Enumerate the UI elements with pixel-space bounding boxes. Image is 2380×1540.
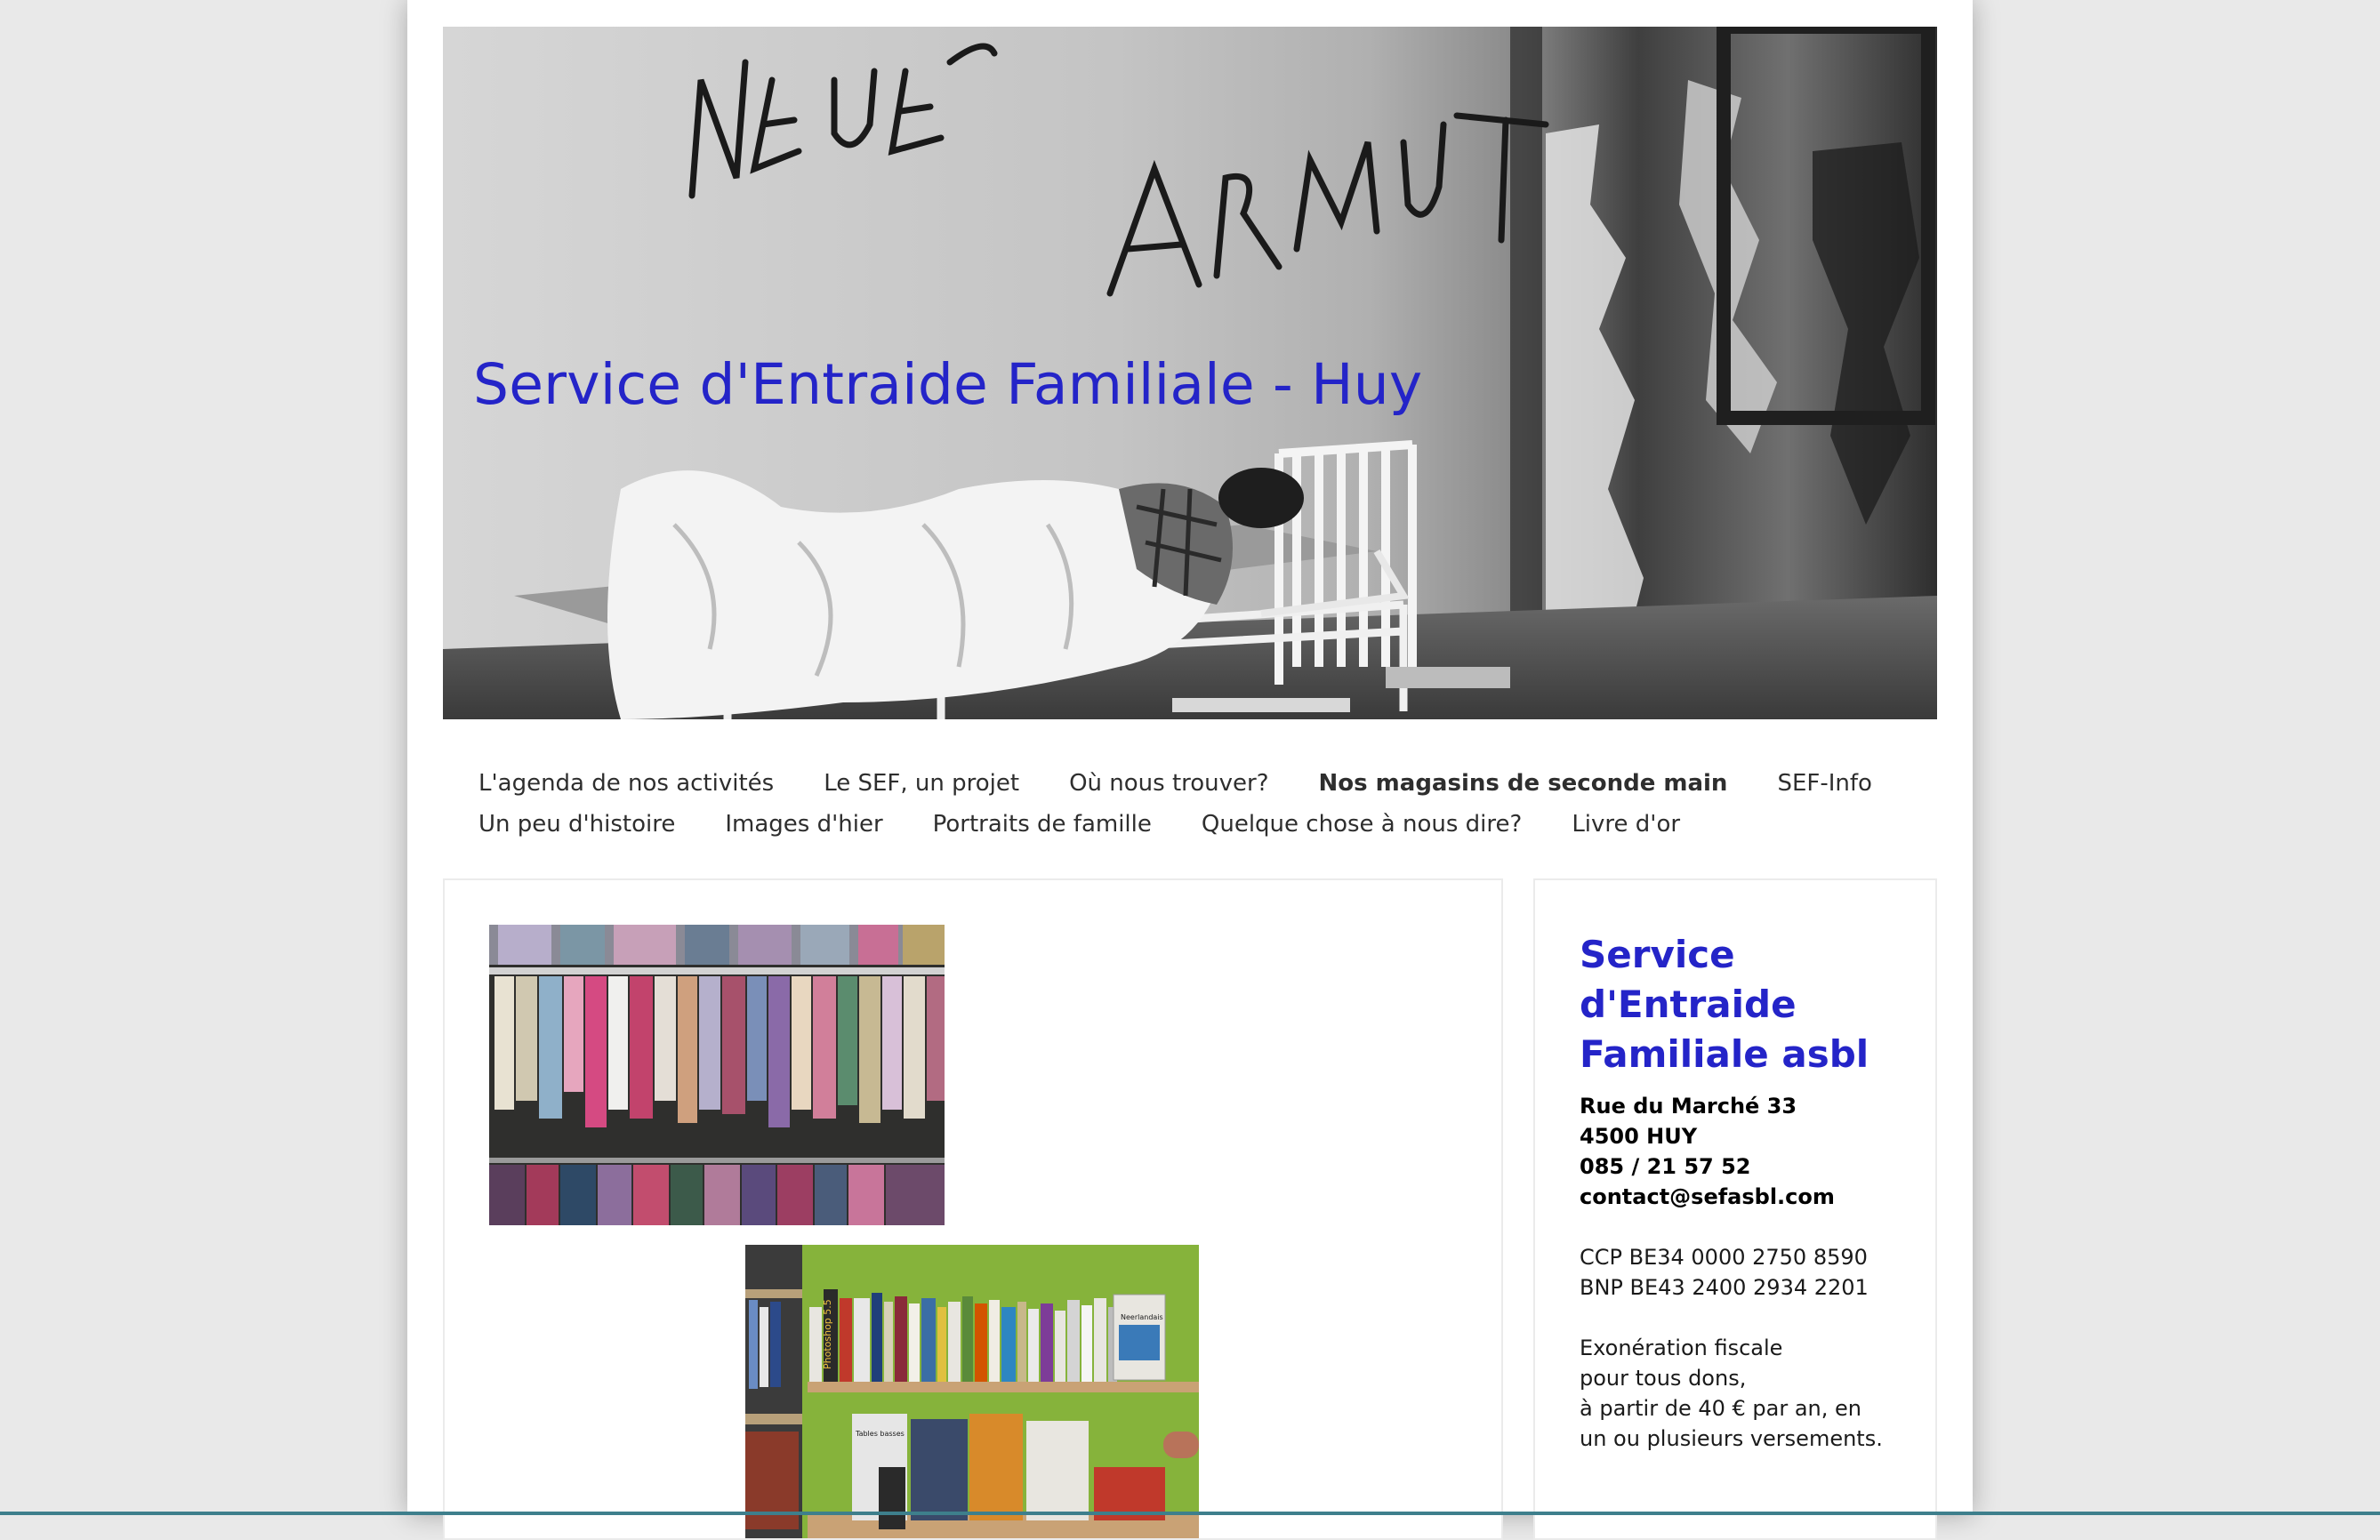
clothes-rack-photo[interactable] <box>489 925 945 1225</box>
book-photoshop-label: Photoshop 5.5 <box>822 1299 833 1369</box>
book-neerlandais-label: Neerlandais <box>1121 1313 1163 1321</box>
nav-row-1: L'agenda de nos activités Le SEF, un pro… <box>478 763 1937 804</box>
address-city: 4500 HUY <box>1580 1124 1698 1149</box>
sidebar-contact: Service d'Entraide Familiale asbl Rue du… <box>1533 878 1937 1540</box>
main-navigation: L'agenda de nos activités Le SEF, un pro… <box>478 763 1937 845</box>
header-banner: Service d'Entraide Familiale - Huy <box>443 27 1937 719</box>
nav-item-livre-or[interactable]: Livre d'or <box>1572 811 1680 838</box>
nav-item-projet[interactable]: Le SEF, un projet <box>824 770 1019 797</box>
nav-item-ou-nous-trouver[interactable]: Où nous trouver? <box>1069 770 1268 797</box>
email-link[interactable]: contact@sefasbl.com <box>1580 1184 1835 1209</box>
window-bottom-edge <box>0 1512 2380 1515</box>
nav-item-agenda[interactable]: L'agenda de nos activités <box>478 770 774 797</box>
nav-item-magasins[interactable]: Nos magasins de seconde main <box>1319 770 1728 797</box>
bank-ccp: CCP BE34 0000 2750 8590 <box>1580 1245 1868 1270</box>
address-street: Rue du Marché 33 <box>1580 1094 1797 1119</box>
nav-item-histoire[interactable]: Un peu d'histoire <box>478 811 675 838</box>
nav-item-images-hier[interactable]: Images d'hier <box>725 811 882 838</box>
tax-line-3: à partir de 40 € par an, en <box>1580 1396 1862 1421</box>
phone-number: 085 / 21 57 52 <box>1580 1154 1751 1179</box>
tax-line-4: un ou plusieurs versements. <box>1580 1426 1883 1451</box>
site-title[interactable]: Service d'Entraide Familiale - Huy <box>473 352 1422 417</box>
nav-row-2: Un peu d'histoire Images d'hier Portrait… <box>478 804 1937 845</box>
main-content: Photoshop 5.5 Neerlandais Tables basses <box>443 878 1503 1540</box>
bookshelf-photo[interactable]: Photoshop 5.5 Neerlandais Tables basses <box>745 1245 1199 1538</box>
bank-bnp: BNP BE43 2400 2934 2201 <box>1580 1275 1869 1300</box>
nav-item-portraits[interactable]: Portraits de famille <box>933 811 1152 838</box>
nav-item-contact[interactable]: Quelque chose à nous dire? <box>1202 811 1522 838</box>
book-tables-label: Tables basses <box>855 1430 905 1438</box>
page-container: Service d'Entraide Familiale - Huy L'age… <box>407 0 1973 1540</box>
tax-line-1: Exonération fiscale <box>1580 1335 1783 1360</box>
nav-item-sef-info[interactable]: SEF-Info <box>1777 770 1871 797</box>
sidebar-title: Service d'Entraide Familiale asbl <box>1580 933 1869 1076</box>
tax-line-2: pour tous dons, <box>1580 1366 1747 1391</box>
